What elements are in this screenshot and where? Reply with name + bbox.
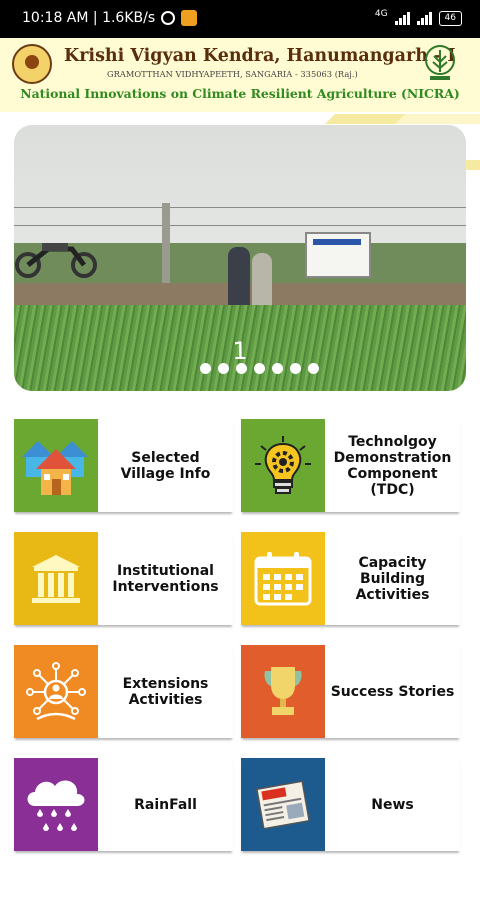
rainfall-label: RainFall	[134, 796, 197, 813]
carousel-dot[interactable]	[290, 363, 301, 374]
status-time: 10:18 AM | 1.6KB/s	[22, 10, 156, 26]
capacity-building-button[interactable]: Capacity Building Activities	[241, 532, 460, 625]
kvk-logo-icon	[12, 44, 52, 84]
newspaper-icon	[241, 758, 325, 851]
carousel-dot[interactable]	[254, 363, 265, 374]
selected-village-info-button[interactable]: Selected Village Info	[14, 419, 233, 512]
selected-village-info-label: Selected Village Info	[120, 449, 211, 482]
carousel-dots[interactable]	[200, 363, 319, 374]
carousel-dot[interactable]	[308, 363, 319, 374]
lightbulb-gear-icon	[241, 419, 325, 512]
image-carousel[interactable]: 1	[14, 125, 466, 391]
capacity-building-label: Capacity Building Activities	[355, 554, 430, 603]
header-subtitle: GRAMOTTHAN VIDHYAPEETH, SANGARIA - 33506…	[107, 69, 358, 79]
extensions-activities-button[interactable]: Extensions Activities	[14, 645, 233, 738]
news-label: News	[371, 796, 414, 813]
carousel-dot[interactable]	[236, 363, 247, 374]
technology-demonstration-button[interactable]: Technolgoy Demonstration Component (TDC)	[241, 419, 460, 512]
institution-building-icon	[14, 532, 98, 625]
carousel-dot[interactable]	[218, 363, 229, 374]
app-header: Krishi Vigyan Kendra, Hanumangarh - I GR…	[0, 38, 480, 112]
header-title: Krishi Vigyan Kendra, Hanumangarh - I	[64, 46, 456, 66]
rain-cloud-icon	[14, 758, 98, 851]
notification-icon	[181, 10, 198, 26]
signal-icon-2	[416, 12, 432, 25]
news-button[interactable]: News	[241, 758, 460, 851]
header-tagline: National Innovations on Climate Resilien…	[20, 86, 460, 101]
motorcycle-figure	[15, 243, 97, 278]
rainfall-button[interactable]: RainFall	[14, 758, 233, 851]
battery-icon: 46	[438, 11, 462, 26]
institutional-interventions-label: Institutional Interventions	[112, 562, 219, 595]
network-type: 4G	[374, 9, 388, 19]
carousel-dot[interactable]	[272, 363, 283, 374]
signal-icon	[394, 12, 410, 25]
village-houses-icon	[14, 419, 98, 512]
trophy-icon	[241, 645, 325, 738]
decorative-stripe	[395, 114, 480, 124]
technology-demonstration-label: Technolgoy Demonstration Component (TDC)	[333, 433, 452, 498]
institutional-interventions-button[interactable]: Institutional Interventions	[14, 532, 233, 625]
extensions-activities-label: Extensions Activities	[122, 675, 209, 708]
calendar-icon	[241, 532, 325, 625]
network-person-icon	[14, 645, 98, 738]
success-stories-button[interactable]: Success Stories	[241, 645, 460, 738]
icar-logo-icon	[425, 45, 455, 80]
status-bar: 10:18 AM | 1.6KB/s 4G 46	[0, 0, 480, 38]
field-signboard	[305, 232, 371, 278]
carousel-dot[interactable]	[200, 363, 211, 374]
farmer-figure	[228, 247, 250, 313]
alarm-icon	[161, 11, 176, 25]
slide-number: 1	[232, 337, 248, 365]
success-stories-label: Success Stories	[330, 683, 455, 700]
